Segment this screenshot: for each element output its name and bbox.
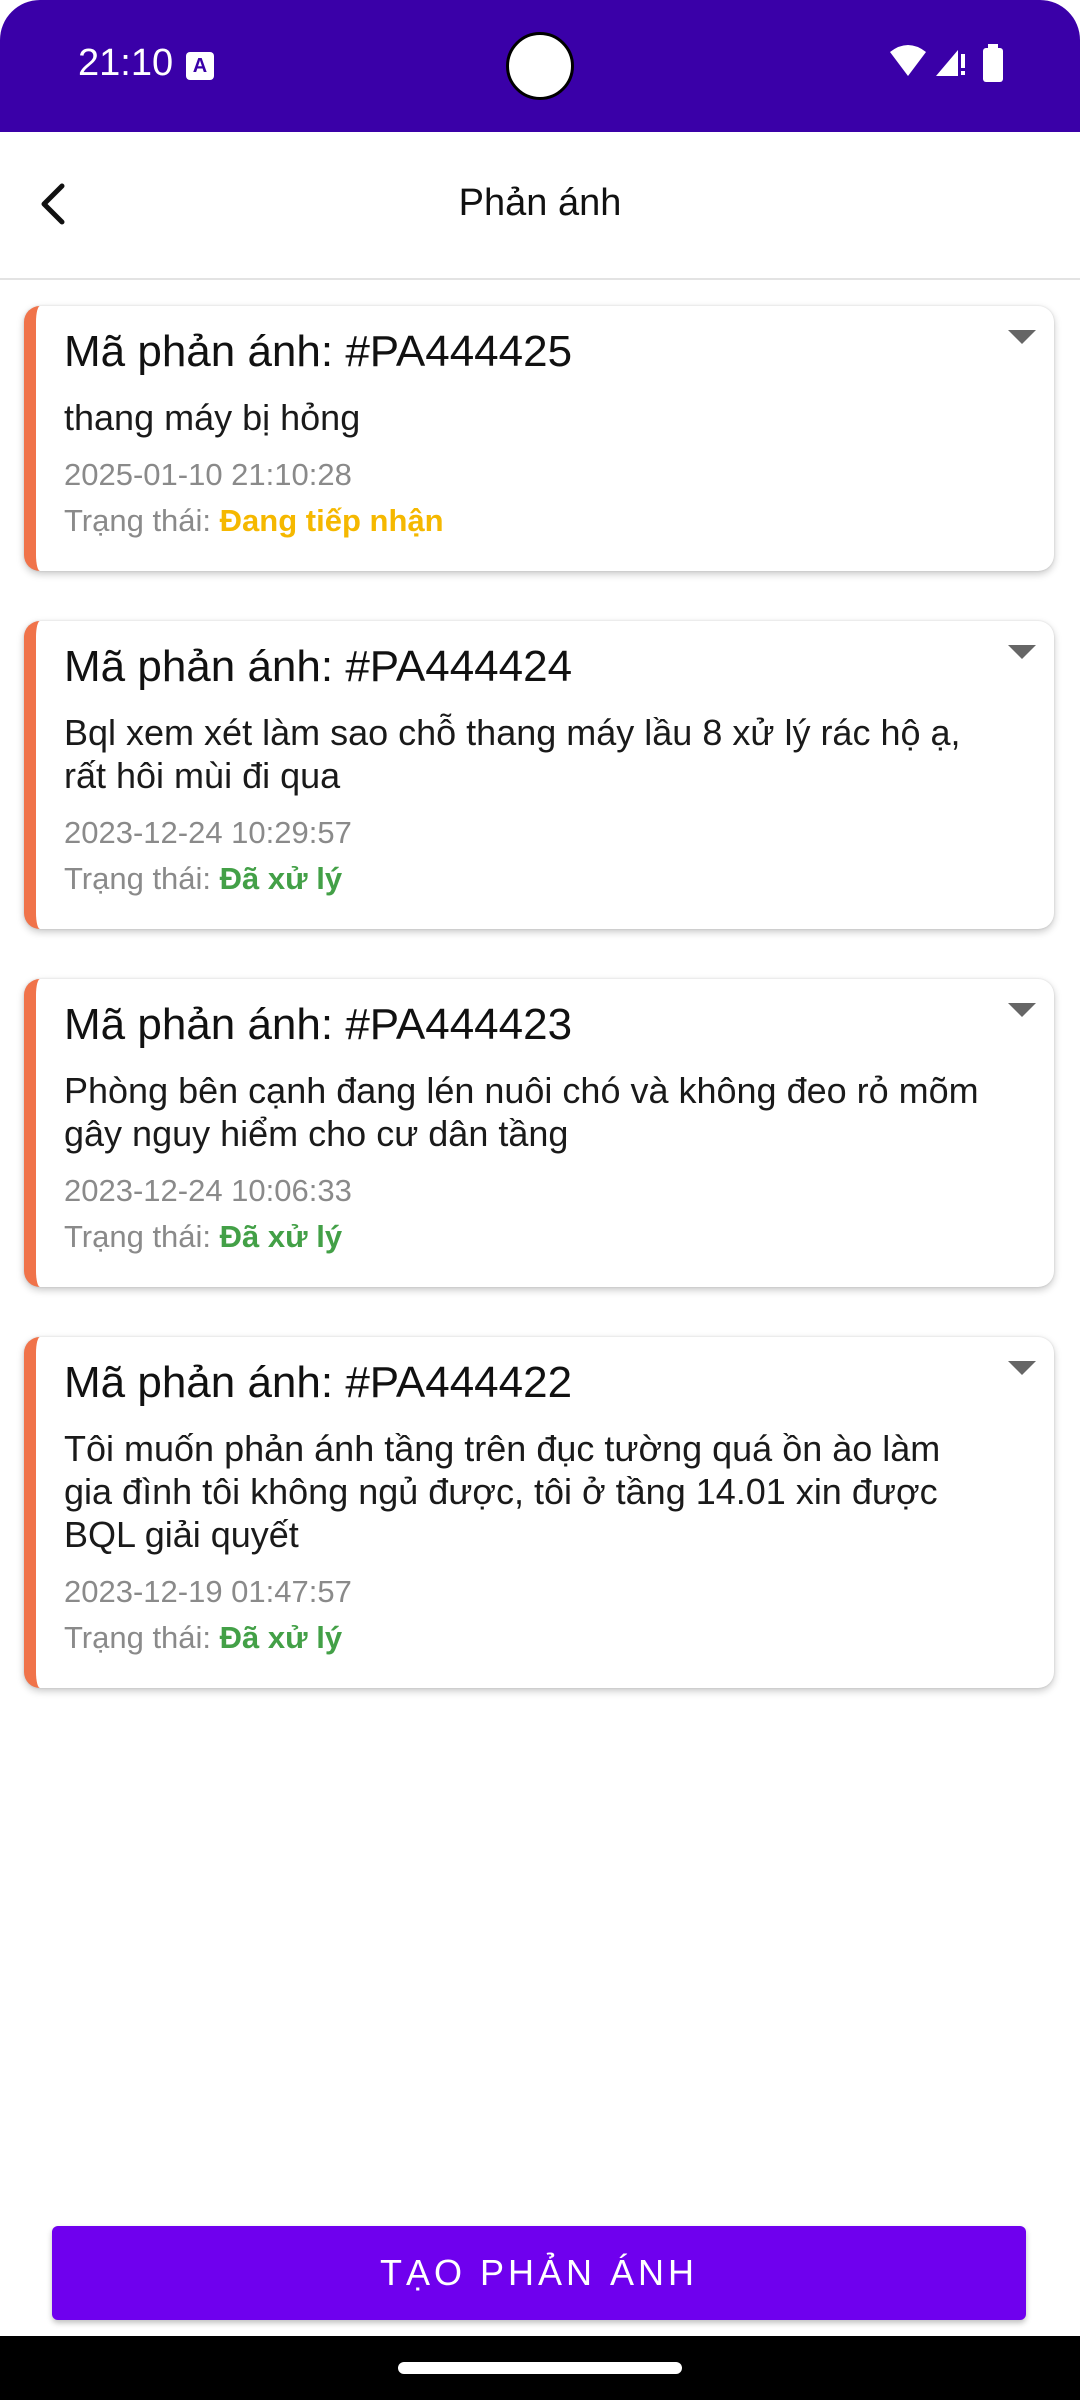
- report-card[interactable]: Mã phản ánh: #PA444423 Phòng bên cạnh đan…: [24, 979, 1054, 1287]
- report-code: Mã phản ánh: #PA444425: [64, 327, 573, 376]
- report-content: Tôi muốn phản ánh tầng trên đục tường qu…: [64, 1428, 941, 1555]
- report-card[interactable]: Mã phản ánh: #PA444425 thang máy bị hỏng 2…: [24, 306, 1054, 571]
- report-date: 2023-12-24 10:06:33: [64, 1173, 352, 1208]
- status-value: Đã xử lý: [219, 1219, 343, 1254]
- signal-icon: [936, 50, 965, 76]
- status-label: Trạng thái:: [64, 1620, 212, 1655]
- report-date: 2023-12-19 01:47:57: [64, 1574, 352, 1609]
- home-indicator[interactable]: [398, 2362, 682, 2374]
- report-status: Trạng thái: Đang tiếp nhận: [64, 497, 994, 545]
- report-status: Trạng thái: Đã xử lý: [64, 1213, 994, 1261]
- dropdown-caret-icon[interactable]: [1008, 1003, 1036, 1017]
- dropdown-caret-icon[interactable]: [1008, 1361, 1036, 1375]
- report-code: Mã phản ánh: #PA444422: [64, 1358, 573, 1407]
- dropdown-caret-icon[interactable]: [1008, 645, 1036, 659]
- status-bar: 21:10 A: [0, 0, 1080, 132]
- dropdown-caret-icon[interactable]: [1008, 330, 1036, 344]
- report-date: 2023-12-24 10:29:57: [64, 815, 352, 850]
- report-card[interactable]: Mã phản ánh: #PA444422 Tôi muốn phản ánh …: [24, 1337, 1054, 1688]
- report-date: 2025-01-10 21:10:28: [64, 457, 352, 492]
- battery-icon: [983, 44, 1003, 82]
- status-time: 21:10: [78, 42, 174, 84]
- report-content: thang máy bị hỏng: [64, 397, 361, 438]
- status-value: Đã xử lý: [219, 1620, 343, 1655]
- report-content: Phòng bên cạnh đang lén nuôi chó và khôn…: [64, 1070, 979, 1154]
- status-value: Đang tiếp nhận: [219, 503, 444, 538]
- accessibility-a-icon: A: [186, 52, 214, 80]
- wifi-icon: [890, 45, 926, 76]
- status-value: Đã xử lý: [219, 861, 343, 896]
- report-status: Trạng thái: Đã xử lý: [64, 855, 994, 903]
- report-status: Trạng thái: Đã xử lý: [64, 1614, 994, 1662]
- create-report-button[interactable]: TẠO PHẢN ÁNH: [52, 2226, 1026, 2320]
- report-list: Mã phản ánh: #PA444425 thang máy bị hỏng 2…: [24, 306, 1054, 1738]
- report-code: Mã phản ánh: #PA444423: [64, 1000, 573, 1049]
- system-nav-bar: [0, 2336, 1080, 2400]
- report-card[interactable]: Mã phản ánh: #PA444424 Bql xem xét làm sa…: [24, 621, 1054, 929]
- camera-cutout: [506, 32, 574, 100]
- report-code: Mã phản ánh: #PA444424: [64, 642, 573, 691]
- status-label: Trạng thái:: [64, 1219, 212, 1254]
- report-content: Bql xem xét làm sao chỗ thang máy lầu 8 …: [64, 712, 961, 796]
- app-bar: Phản ánh: [0, 132, 1080, 280]
- page-title: Phản ánh: [458, 182, 622, 224]
- status-label: Trạng thái:: [64, 861, 212, 896]
- status-label: Trạng thái:: [64, 503, 212, 538]
